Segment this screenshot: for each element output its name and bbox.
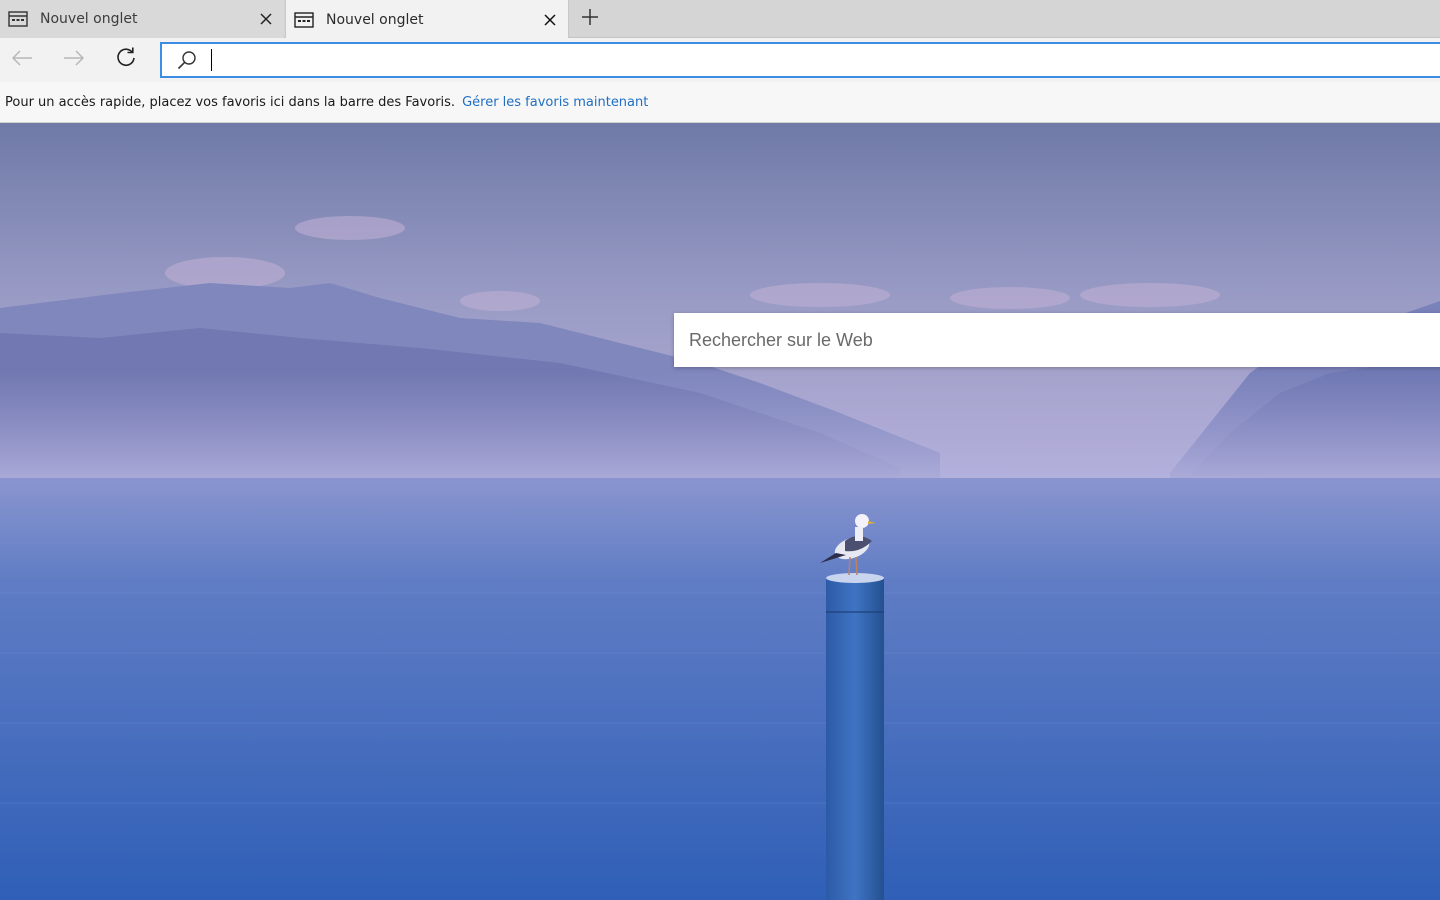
background-image (0, 123, 1440, 900)
plus-icon (581, 8, 599, 30)
tab-nouvel-onglet-1[interactable]: Nouvel onglet (0, 0, 284, 38)
address-input[interactable] (212, 44, 1440, 76)
tab-nouvel-onglet-2[interactable]: Nouvel onglet (285, 0, 569, 39)
address-bar[interactable] (160, 42, 1440, 78)
navigation-toolbar (0, 38, 1440, 82)
manage-favorites-link[interactable]: Gérer les favoris maintenant (462, 95, 648, 110)
refresh-icon (115, 47, 137, 73)
refresh-button[interactable] (104, 40, 148, 80)
forward-button[interactable] (52, 40, 96, 80)
arrow-left-icon (11, 49, 33, 71)
tab-title: Nouvel onglet (326, 11, 424, 28)
web-search-box[interactable] (674, 313, 1440, 367)
favorites-bar: Pour un accès rapide, placez vos favoris… (0, 82, 1440, 123)
newtab-page-icon (294, 11, 314, 28)
arrow-right-icon (63, 49, 85, 71)
back-button[interactable] (0, 40, 44, 80)
search-icon (175, 48, 199, 72)
web-search-input[interactable] (674, 313, 1440, 367)
close-icon[interactable] (534, 4, 566, 36)
favorites-bar-message: Pour un accès rapide, placez vos favoris… (5, 94, 456, 110)
close-icon[interactable] (250, 3, 282, 35)
new-tab-page (0, 123, 1440, 900)
newtab-page-icon (8, 11, 28, 27)
new-tab-button[interactable] (572, 2, 608, 36)
tab-title: Nouvel onglet (40, 11, 138, 27)
tab-strip: Nouvel onglet Nouvel onglet (0, 0, 1440, 39)
